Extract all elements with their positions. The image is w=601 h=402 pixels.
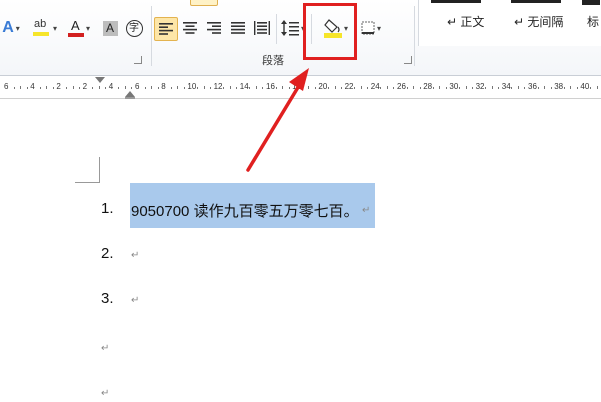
arrow-shaft: [246, 82, 302, 172]
arrow-head: [289, 68, 309, 91]
annotation-arrow: [246, 68, 309, 172]
